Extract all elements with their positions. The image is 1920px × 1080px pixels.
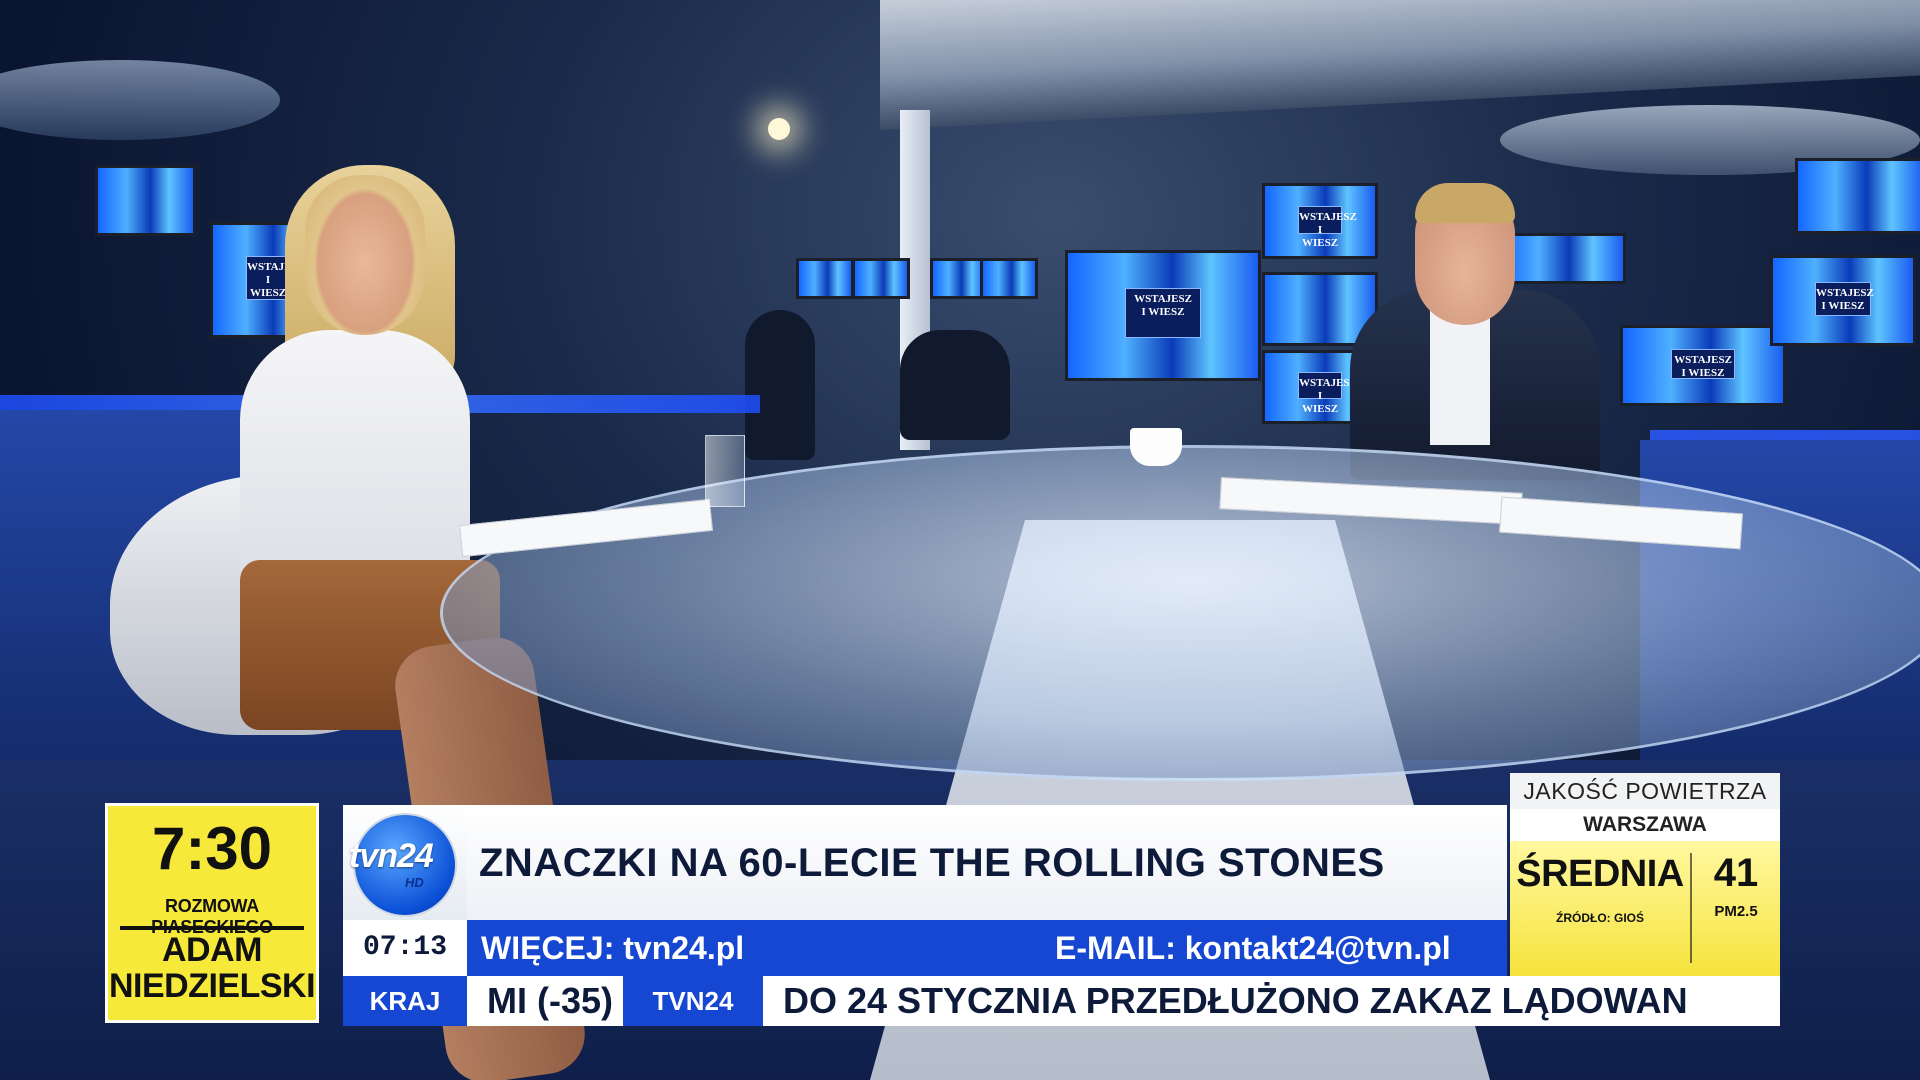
broadcast-clock: 07:13 (343, 920, 467, 976)
monitor-label: WSTAJESZ I WIESZ (1671, 349, 1735, 379)
program-time: 7:30 (151, 815, 273, 882)
contact-email: E-MAIL: kontakt24@tvn.pl (1055, 930, 1451, 966)
channel-logo-text: tvn24 (349, 837, 434, 875)
ticker-source: TVN24 (623, 976, 763, 1026)
studio-monitor (852, 258, 910, 299)
guest-hair (1415, 183, 1515, 223)
coffee-cup (1130, 428, 1182, 466)
air-quality-title: JAKOŚĆ POWIETRZA (1510, 773, 1780, 809)
channel-logo-hd: HD (405, 875, 424, 890)
air-quality-unit: PM2.5 (1714, 903, 1758, 920)
studio-monitor (796, 258, 854, 299)
air-quality-source: ŹRÓDŁO: GIOŚ (1556, 911, 1644, 925)
monitor-label: WSTAJESZ I WIESZ (1125, 288, 1201, 338)
monitor-label: WSTAJESZ I WIESZ (1298, 205, 1357, 249)
studio-monitor: WSTAJESZ I WIESZ (1620, 325, 1786, 406)
guest-last-name: NIEDZIELSKI (108, 967, 316, 1005)
ticker-category: KRAJ (343, 976, 467, 1026)
air-quality-level: ŚREDNIA (1516, 853, 1684, 895)
guest-first-name: ADAM (162, 931, 262, 969)
glass-table (440, 445, 1920, 781)
studio-light (768, 118, 790, 140)
studio-monitor: WSTAJESZ I WIESZ (1262, 183, 1378, 259)
studio-monitor: WSTAJESZ I WIESZ (1770, 255, 1916, 346)
program-time-box: 7:30 ROZMOWA PIASECKIEGO ADAM NIEDZIELSK… (105, 803, 319, 1023)
air-quality-value: 41 (1713, 851, 1759, 895)
studio-monitor (980, 258, 1038, 299)
program-divider (120, 926, 304, 930)
headline-bar: ZNACZKI NA 60-LECIE THE ROLLING STONES (467, 805, 1507, 920)
air-quality-panel: ŚREDNIA ŹRÓDŁO: GIOŚ 41 PM2.5 (1510, 841, 1780, 976)
studio-left-ring (0, 60, 280, 140)
studio-monitor: WSTAJESZ I WIESZ (1065, 250, 1261, 381)
presenter-face (305, 175, 425, 335)
air-quality-widget: JAKOŚĆ POWIETRZA WARSZAWA ŚREDNIA ŹRÓDŁO… (1510, 773, 1780, 976)
background-crew-member (900, 330, 1010, 440)
monitor-label: WSTAJESZ I WIESZ (1298, 372, 1357, 415)
ticker-text: DO 24 STYCZNIA PRZEDŁUŻONO ZAKAZ LĄDOWAN (783, 980, 1688, 1021)
headline-text: ZNACZKI NA 60-LECIE THE ROLLING STONES (479, 841, 1385, 885)
studio-monitor (1795, 158, 1920, 234)
monitor-label: WSTAJESZ I WIESZ (1815, 281, 1874, 316)
studio-monitor (95, 165, 196, 236)
info-bar: 07:13 WIĘCEJ: tvn24.pl E-MAIL: kontakt24… (343, 920, 1507, 976)
monitor-label: WSTAJESZ I WIESZ (246, 255, 305, 300)
channel-logo: tvn24 HD (343, 805, 467, 920)
more-info-link: WIĘCEJ: tvn24.pl (481, 930, 745, 966)
news-ticker: KRAJ MI (-35) TVN24 DO 24 STYCZNIA PRZED… (343, 976, 1780, 1026)
studio-monitor (1500, 233, 1626, 284)
program-guest-name: ADAM NIEDZIELSKI (108, 932, 316, 1004)
background-crew-member (745, 310, 815, 460)
ticker-previous-fragment: MI (-35) (467, 976, 623, 1026)
water-glass (705, 435, 745, 507)
air-quality-city: WARSZAWA (1510, 809, 1780, 841)
